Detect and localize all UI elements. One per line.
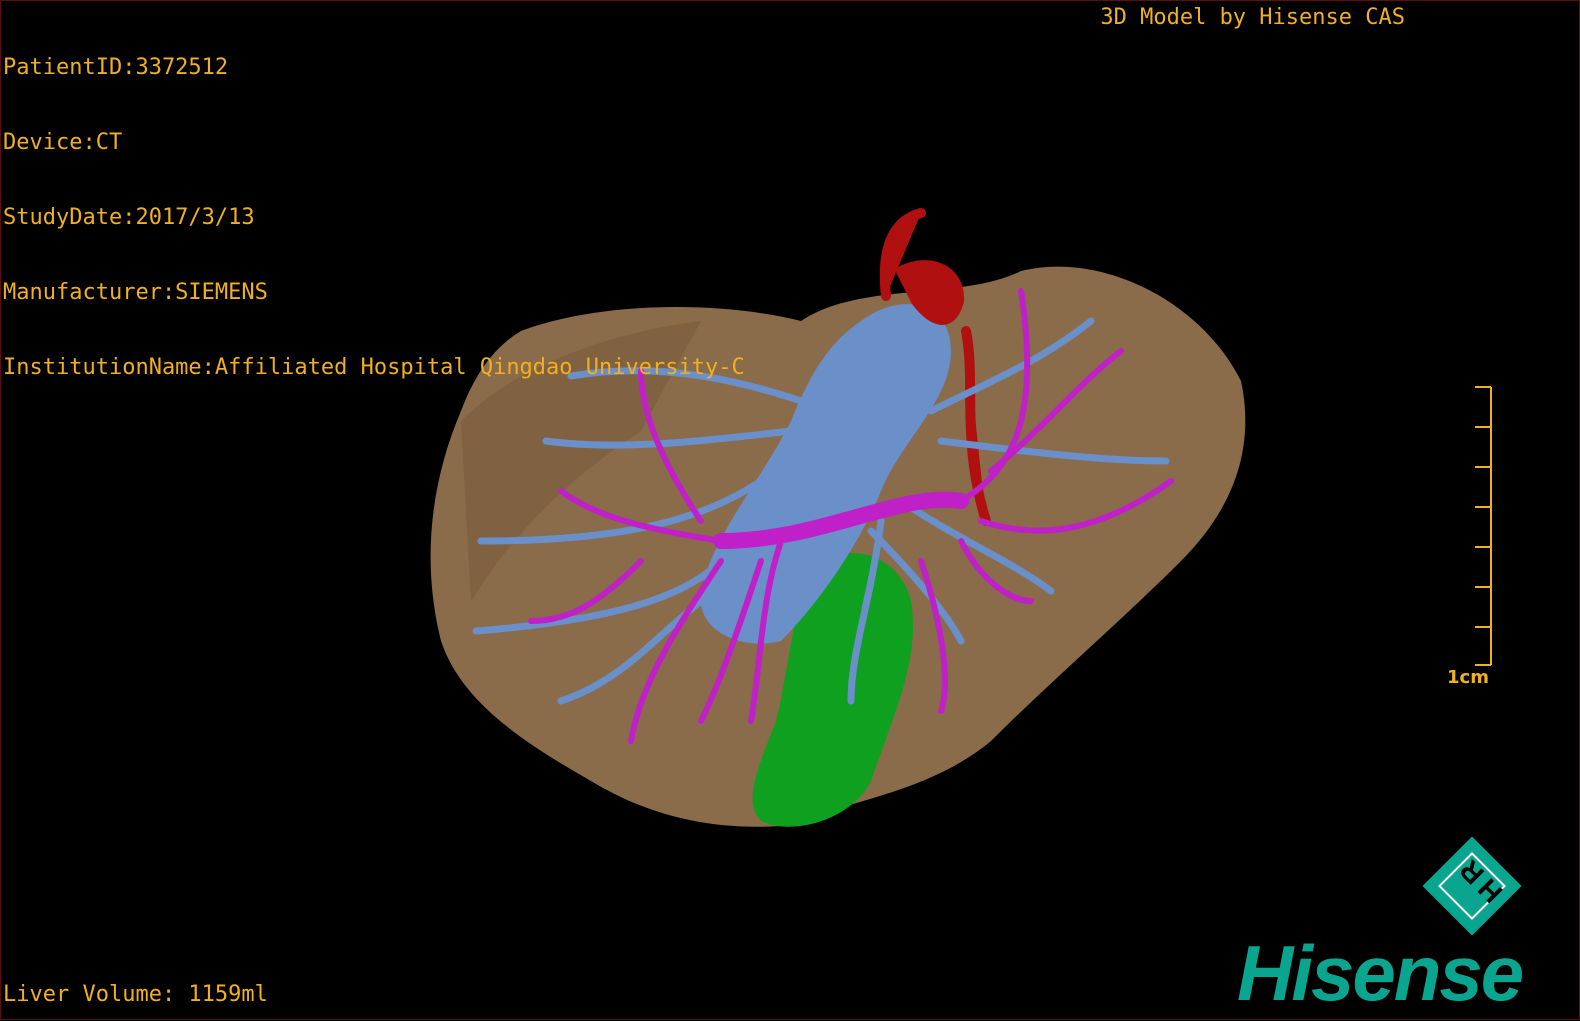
institution-name: InstitutionName:Affiliated Hospital Qing… <box>3 355 745 380</box>
liver-volume: Liver Volume: 1159ml <box>3 982 268 1007</box>
device: Device:CT <box>3 130 123 155</box>
scale-bar-label: 1cm <box>1447 667 1489 688</box>
patient-info: PatientID:3372512 Device:CT StudyDate:20… <box>3 5 745 430</box>
patient-id: PatientID:3372512 <box>3 55 229 80</box>
manufacturer: Manufacturer:SIEMENS <box>3 280 268 305</box>
render-viewport[interactable]: PatientID:3372512 Device:CT StudyDate:20… <box>0 0 1580 1020</box>
study-date: StudyDate:2017/3/13 <box>3 205 255 230</box>
scale-bar <box>1475 386 1492 666</box>
model-label: 3D Model by Hisense CAS <box>1100 5 1405 30</box>
hisense-logo: Hisense <box>1237 929 1524 1017</box>
